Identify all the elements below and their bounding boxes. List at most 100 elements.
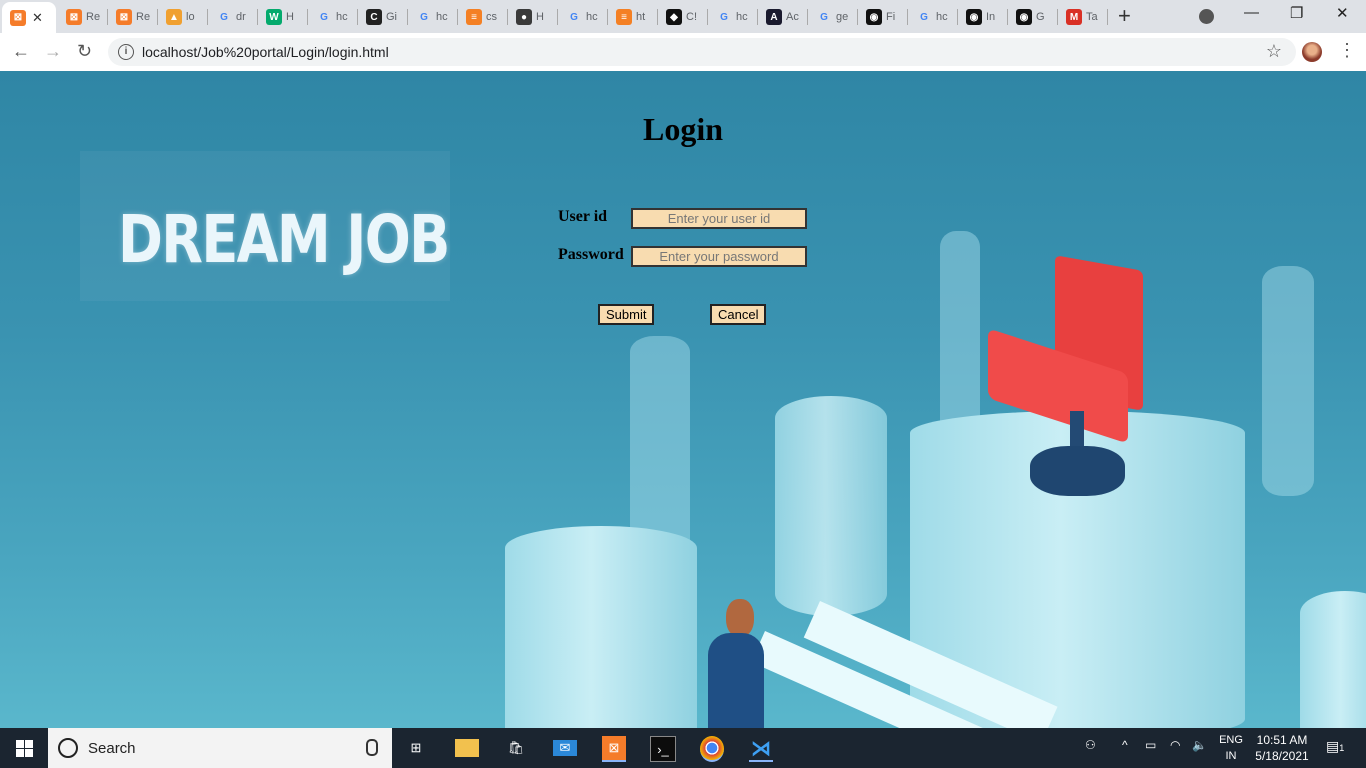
browser-tab[interactable]: M Ta (1058, 4, 1106, 30)
browser-toolbar: ← → ↻ i localhost/Job%20portal/Login/log… (0, 33, 1366, 72)
tab-title: hc (936, 11, 948, 23)
tab-title: Fi (886, 11, 896, 23)
google-icon: G (220, 11, 228, 23)
browser-tab[interactable]: A Ac (758, 4, 806, 30)
windows-start-icon[interactable] (16, 740, 33, 757)
tab-title: ht (636, 11, 646, 23)
xampp-icon: ⊠ (116, 9, 132, 25)
github-icon: ◉ (1016, 9, 1032, 25)
mail-icon[interactable]: ✉ (553, 740, 577, 756)
tab-title: H (286, 11, 294, 23)
clock[interactable]: 10:51 AM 5/18/2021 (1252, 732, 1312, 764)
browser-tab[interactable]: ▲ lo (158, 4, 206, 30)
clock-time: 10:51 AM (1256, 733, 1308, 747)
reload-button[interactable]: ↻ (77, 41, 92, 62)
close-tab-icon[interactable]: ✕ (32, 10, 43, 26)
browser-tab[interactable]: ≡ ht (608, 4, 656, 30)
site-info-icon[interactable]: i (118, 44, 134, 60)
tab-separator (1107, 9, 1108, 25)
restore-button[interactable]: ❐ (1290, 4, 1303, 22)
tab-title: ge (836, 11, 849, 23)
terminal-icon[interactable]: ›_ (650, 736, 676, 762)
close-window-button[interactable]: ✕ (1336, 4, 1349, 22)
task-view-icon[interactable]: ⊞ (404, 736, 428, 760)
taskbar-search-box[interactable]: Search (48, 728, 392, 768)
userid-input[interactable] (631, 208, 807, 229)
notification-count: 1 (1339, 743, 1345, 753)
password-label: Password (558, 246, 624, 263)
tab-title: H (536, 11, 544, 23)
google-icon: G (570, 11, 578, 23)
password-input[interactable] (631, 246, 807, 267)
xampp-icon[interactable]: ⊠ (602, 736, 626, 762)
background-pillar (1300, 591, 1366, 728)
browser-tab[interactable]: ⊠ Re (58, 4, 106, 30)
codegrepper-icon: C (366, 9, 382, 25)
stackoverflow-icon: ≡ (616, 9, 632, 25)
browser-tab[interactable]: C Gi (358, 4, 406, 30)
browser-menu-icon[interactable]: ⋮ (1338, 40, 1356, 61)
cancel-button[interactable]: Cancel (710, 304, 767, 325)
phpmyadmin-icon: ▲ (166, 9, 182, 25)
tab-title: hc (586, 11, 598, 23)
minimize-button[interactable]: — (1244, 4, 1259, 21)
browser-tab[interactable]: Ghc (908, 4, 956, 30)
tab-title: hc (436, 11, 448, 23)
google-icon: G (720, 11, 728, 23)
background-pillar (775, 396, 887, 616)
cortana-icon (58, 738, 78, 758)
people-icon[interactable]: ⚇ (1085, 738, 1096, 752)
browser-tab[interactable]: ⊠ Re (108, 4, 156, 30)
xampp-icon: ⊠ (10, 9, 26, 26)
notification-icon[interactable]: ▤1 (1326, 738, 1344, 755)
browser-tab[interactable]: Ghc (708, 4, 756, 30)
browser-tab[interactable]: ≡ cs (458, 4, 506, 30)
search-text: Search (88, 740, 136, 757)
submit-button[interactable]: Submit (598, 304, 655, 325)
tab-title: cs (486, 11, 497, 23)
page-title: Login (642, 111, 724, 147)
chrome-icon[interactable] (700, 736, 724, 762)
forward-button[interactable]: → (44, 41, 62, 62)
battery-icon[interactable]: ▭ (1145, 738, 1156, 752)
microphone-icon[interactable] (366, 739, 378, 756)
browser-tab[interactable]: Ghc (408, 4, 456, 30)
tab-strip: ⊠ ✕ ⊠ Re ⊠ Re ▲ lo Gdr W H Ghc C Gi Ghc ≡ cs ● H Ghc ≡ ht ◆ C… (0, 0, 1366, 33)
back-button[interactable]: ← (12, 41, 30, 62)
vscode-icon[interactable]: ⋊ (749, 736, 773, 762)
show-hidden-icons[interactable]: ^ (1122, 738, 1128, 752)
browser-tab[interactable]: ● H (508, 4, 556, 30)
wifi-icon[interactable]: ◠ (1170, 738, 1180, 752)
tab-title: C! (686, 11, 697, 23)
browser-tab[interactable]: ◆ C! (658, 4, 706, 30)
address-bar[interactable]: i localhost/Job%20portal/Login/login.htm… (108, 38, 1296, 66)
volume-icon[interactable]: 🔈 (1192, 738, 1207, 752)
browser-tab[interactable]: Gdr (208, 4, 256, 30)
browser-tab[interactable]: Ghc (308, 4, 356, 30)
tab-title: Gi (386, 11, 397, 23)
profile-avatar[interactable] (1302, 42, 1322, 62)
tab-title: G (1036, 11, 1045, 23)
tab-title: In (986, 11, 996, 23)
tab-active[interactable]: ⊠ ✕ (2, 2, 56, 33)
file-explorer-icon[interactable] (455, 739, 479, 757)
tab-search-icon[interactable] (1199, 9, 1214, 24)
language-indicator[interactable]: ENG IN (1218, 732, 1244, 764)
browser-tab[interactable]: ◉ Fi (858, 4, 906, 30)
tab-title: Re (136, 11, 150, 23)
store-icon[interactable]: 🛍 (504, 736, 528, 760)
browser-tab[interactable]: Ghc (558, 4, 606, 30)
language-line1: ENG (1219, 734, 1243, 746)
github-icon: ◉ (966, 9, 982, 25)
login-page: DREAM JOB Login User id Password Submit … (0, 71, 1366, 728)
tab-title: hc (736, 11, 748, 23)
bookmark-star-icon[interactable]: ☆ (1266, 41, 1282, 62)
browser-tab[interactable]: WH (258, 4, 306, 30)
browser-tab[interactable]: ◉ G (1008, 4, 1056, 30)
github-icon: ◉ (866, 9, 882, 25)
google-icon: G (420, 11, 428, 23)
browser-tab[interactable]: Gge (808, 4, 856, 30)
new-tab-button[interactable]: + (1118, 5, 1131, 27)
browser-tab[interactable]: ◉ In (958, 4, 1006, 30)
tab-title: Re (86, 11, 100, 23)
